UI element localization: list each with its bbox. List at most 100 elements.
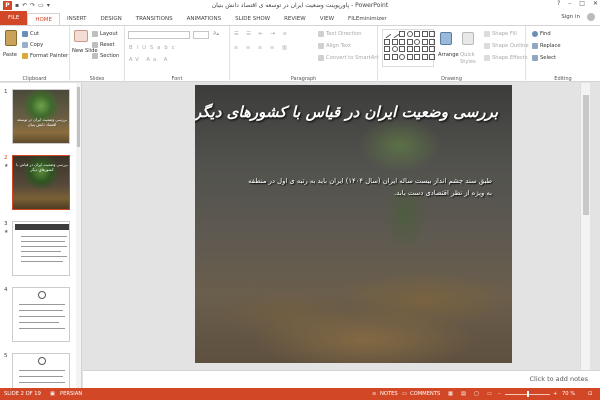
- arrange-icon[interactable]: [440, 32, 452, 45]
- new-slide-icon[interactable]: [74, 30, 88, 42]
- maximize-button[interactable]: □: [579, 0, 585, 7]
- tab-review[interactable]: REVIEW: [277, 13, 313, 25]
- shape-outline-button[interactable]: Shape Outline: [484, 43, 529, 49]
- grow-font-icon[interactable]: A▴: [213, 31, 219, 37]
- scrollbar-thumb[interactable]: [77, 87, 80, 147]
- thumbnail-text-line: [19, 382, 65, 383]
- comments-button[interactable]: COMMENTS: [410, 391, 440, 397]
- align-text-label: Align Text: [326, 43, 352, 49]
- notes-placeholder: Click to add notes: [529, 375, 588, 383]
- editing-group-label: Editing: [554, 76, 572, 82]
- list-buttons[interactable]: ☰ ☰ ⇤ ⇥ ≡: [234, 31, 290, 37]
- thumbnail-text-line: [19, 370, 65, 371]
- copy-button[interactable]: Copy: [22, 42, 43, 48]
- text-direction-label: Text Direction: [326, 31, 362, 37]
- paste-icon[interactable]: [5, 30, 17, 46]
- select-label: Select: [540, 55, 557, 61]
- layout-button[interactable]: Layout: [92, 31, 118, 37]
- replace-button[interactable]: Replace: [532, 43, 561, 49]
- spellcheck-icon[interactable]: ▣: [50, 391, 55, 397]
- customize-qat-icon[interactable]: ▾: [47, 2, 50, 9]
- slideshow-icon[interactable]: ▭: [38, 2, 44, 9]
- replace-label: Replace: [540, 43, 561, 49]
- shapes-gallery[interactable]: [382, 29, 435, 67]
- reading-view-icon[interactable]: ▢: [474, 391, 479, 397]
- slide-sorter-icon[interactable]: ▤: [461, 391, 466, 397]
- current-slide[interactable]: بررسی وضعیت ایران در قیاس با کشورهای دیگ…: [195, 85, 512, 363]
- shape-effects-button[interactable]: Shape Effects: [484, 55, 528, 61]
- quick-styles-button[interactable]: Quick Styles: [460, 52, 482, 66]
- thumbnail-text-line: [21, 236, 67, 237]
- quick-styles-icon[interactable]: [462, 32, 474, 45]
- slide-thumbnail-pane: 1 بررسی وضعیت ایران در توسعه اقتصاد دانش…: [0, 83, 82, 388]
- tab-transitions[interactable]: TRANSITIONS: [129, 13, 180, 25]
- text-direction-icon: [318, 31, 324, 37]
- cut-label: Cut: [30, 31, 39, 37]
- slide-scrollbar[interactable]: [580, 83, 590, 370]
- animation-star-icon: ★: [4, 163, 9, 169]
- thumbnail-text-line: [19, 328, 65, 329]
- copy-icon: [22, 42, 28, 48]
- slide-thumbnail-4[interactable]: [12, 287, 70, 342]
- slide-title[interactable]: بررسی وضعیت ایران در قیاس با کشورهای دیگ…: [195, 103, 498, 121]
- zoom-slider-thumb[interactable]: [527, 391, 529, 397]
- slide-thumbnail-5[interactable]: [12, 353, 70, 388]
- signin-link[interactable]: Sign in: [561, 14, 580, 20]
- close-button[interactable]: ✕: [593, 0, 598, 7]
- tab-view[interactable]: VIEW: [313, 13, 341, 25]
- shape-fill-button[interactable]: Shape Fill: [484, 31, 517, 37]
- font-size-combo[interactable]: [193, 31, 209, 39]
- zoom-in-icon[interactable]: +: [553, 391, 557, 397]
- scrollbar-thumb[interactable]: [583, 95, 589, 215]
- save-icon[interactable]: ▪: [15, 2, 19, 9]
- tab-insert[interactable]: INSERT: [60, 13, 93, 25]
- tab-fileminimizer[interactable]: FILEminimizer: [341, 13, 394, 25]
- tab-file[interactable]: FILE: [0, 11, 28, 25]
- thumbnail-text-line: [19, 304, 65, 305]
- section-button[interactable]: Section: [92, 53, 119, 59]
- select-button[interactable]: Select: [532, 55, 556, 61]
- normal-view-icon[interactable]: ▦: [448, 391, 453, 397]
- user-avatar-icon[interactable]: [587, 13, 595, 21]
- zoom-level[interactable]: 70 %: [562, 391, 575, 397]
- arrange-button[interactable]: Arrange: [438, 52, 459, 58]
- slide-thumbnail-1[interactable]: بررسی وضعیت ایران در توسعه اقتصاد دانش ب…: [12, 89, 70, 144]
- minimize-button[interactable]: –: [568, 0, 571, 7]
- align-text-icon: [318, 43, 324, 49]
- align-buttons[interactable]: ≡ ≡ ≡ ≡ ▥: [234, 45, 290, 51]
- notes-button[interactable]: NOTES: [380, 391, 398, 397]
- cut-button[interactable]: Cut: [22, 31, 39, 37]
- copy-label: Copy: [30, 42, 44, 48]
- brush-icon: [22, 53, 28, 59]
- notes-pane[interactable]: Click to add notes: [83, 370, 600, 388]
- window-title: پاورپوینت وضعیت ایران در توسعه ی اقتصاد …: [211, 2, 389, 9]
- redo-icon[interactable]: ↷: [30, 2, 35, 9]
- quick-access-toolbar: P ▪ ↶ ↷ ▭ ▾: [0, 1, 50, 10]
- thumbnail-scrollbar[interactable]: [76, 83, 81, 388]
- font-color-buttons[interactable]: AV Aa A: [129, 57, 170, 63]
- tab-animations[interactable]: ANIMATIONS: [180, 13, 229, 25]
- align-text-button[interactable]: Align Text: [318, 43, 351, 49]
- slide-body-text[interactable]: طبق سند چشم انداز بیست ساله ایران (سال ۱…: [242, 175, 492, 199]
- language-indicator[interactable]: PERSIAN: [60, 391, 82, 397]
- slide-background-image: [195, 85, 512, 363]
- zoom-out-icon[interactable]: –: [498, 391, 501, 397]
- tab-slide-show[interactable]: SLIDE SHOW: [228, 13, 277, 25]
- slide-thumbnail-2[interactable]: بررسی وضعیت ایران در قیاس با کشورهای دیگ…: [12, 155, 70, 210]
- reset-button[interactable]: Reset: [92, 42, 115, 48]
- tab-home[interactable]: HOME: [27, 13, 61, 25]
- find-button[interactable]: Find: [532, 31, 551, 37]
- help-button[interactable]: ?: [557, 0, 560, 7]
- effects-icon: [484, 55, 490, 61]
- convert-smartart-button[interactable]: Convert to SmartArt: [318, 55, 378, 61]
- slide-thumbnail-3[interactable]: [12, 221, 70, 276]
- undo-icon[interactable]: ↶: [22, 2, 27, 9]
- text-direction-button[interactable]: Text Direction: [318, 31, 362, 37]
- font-name-combo[interactable]: [128, 31, 190, 39]
- paste-button[interactable]: Paste: [3, 52, 17, 58]
- fit-to-window-icon[interactable]: ⊡: [588, 391, 592, 397]
- tab-design[interactable]: DESIGN: [94, 13, 129, 25]
- font-style-buttons[interactable]: BIUSabc: [129, 45, 179, 51]
- format-painter-button[interactable]: Format Painter: [22, 53, 68, 59]
- slideshow-view-icon[interactable]: ▭: [487, 391, 492, 397]
